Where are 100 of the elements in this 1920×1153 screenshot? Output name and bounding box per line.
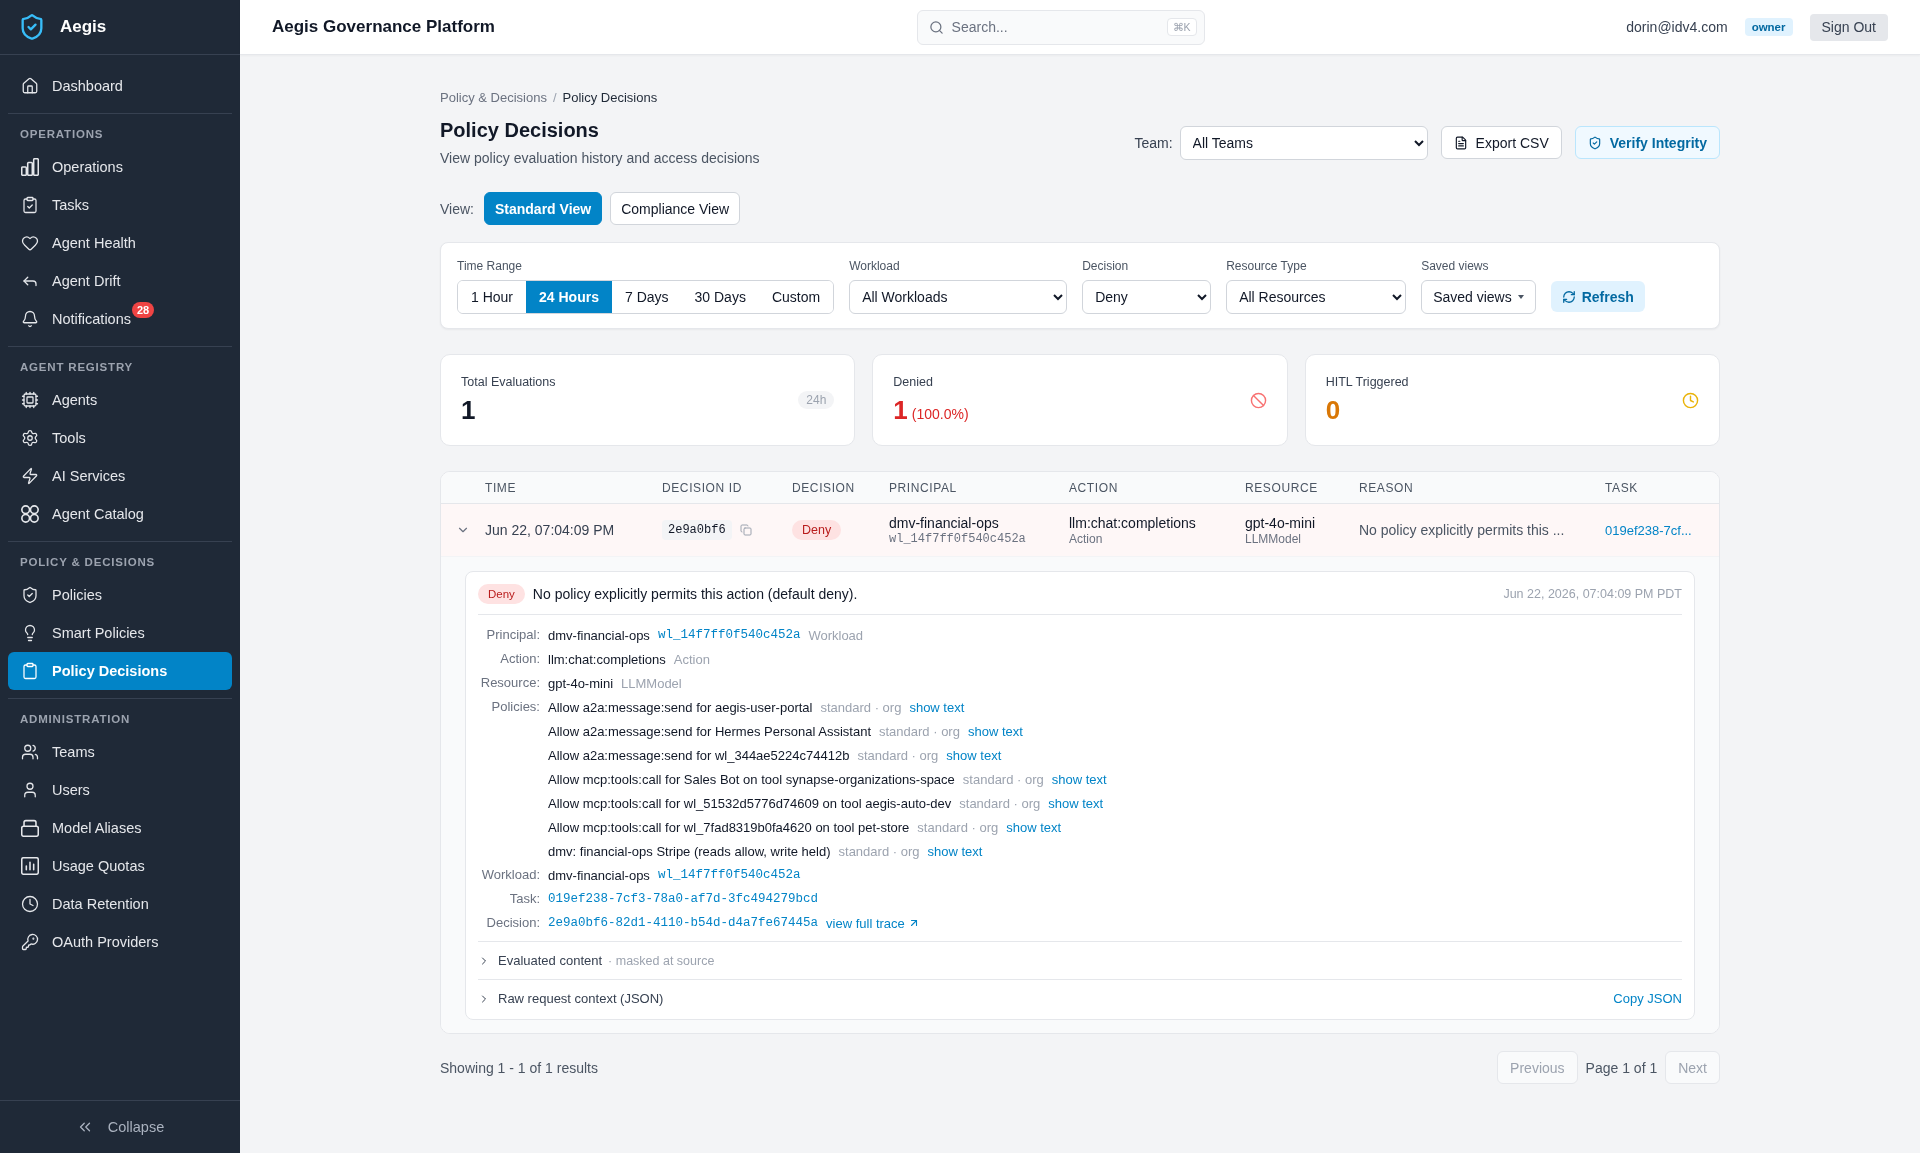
reason-cell-text: No policy explicitly permits this ...	[1359, 522, 1566, 538]
filter-label: Saved views	[1421, 258, 1490, 274]
gear-icon	[21, 429, 39, 447]
show-text-link[interactable]: show text	[927, 843, 983, 859]
nav-item[interactable]: Smart Policies	[8, 614, 232, 652]
section-note: · masked at source	[608, 953, 715, 968]
time-cell-text: Jun 22, 07:04:09 PM	[485, 522, 616, 538]
id-link[interactable]: 2e9a0bf6-82d1-4110-b54d-d4a7fe67445a	[548, 916, 819, 930]
column-header: REASON	[1359, 480, 1415, 495]
show-text-link[interactable]: show text	[1006, 819, 1062, 835]
field-label: Resource:	[479, 674, 540, 692]
four-circles-icon	[21, 505, 39, 523]
team-select[interactable]: All Teams	[1179, 125, 1428, 160]
view-toggle[interactable]: Compliance View	[610, 192, 741, 225]
show-text-link[interactable]: show text	[1048, 795, 1104, 811]
column-header: PRINCIPAL	[889, 480, 958, 495]
breadcrumb-link[interactable]: Policy & Decisions	[440, 89, 547, 107]
nav-item[interactable]: Dashboard	[8, 67, 232, 105]
team-label: Team:	[1134, 134, 1173, 151]
resource-type: LLMModel	[1245, 531, 1303, 546]
field-value: dmv-financial-ops	[548, 867, 650, 883]
notification-count-badge: 28	[132, 302, 155, 318]
resource-name: gpt-4o-mini	[1245, 514, 1317, 531]
export-button[interactable]: Export CSV	[1440, 126, 1562, 159]
caret-icon	[1517, 295, 1524, 299]
id-link[interactable]: wl_14f7ff0f540c452a	[657, 868, 801, 882]
ban-icon	[1249, 391, 1267, 409]
policy-meta: standard · org	[879, 723, 960, 739]
stat-percentage: (100.0%)	[911, 406, 969, 422]
nav-item[interactable]: Model Aliases	[8, 809, 232, 847]
heart-icon	[21, 234, 39, 252]
show-text-link[interactable]: show text	[909, 699, 965, 715]
decision-timestamp: Jun 22, 2026, 07:04:09 PM PDT	[1503, 587, 1682, 601]
collapse-button[interactable]: Collapse	[75, 1118, 165, 1136]
app-title: Aegis Governance Platform	[272, 17, 495, 37]
policy-name: dmv: financial-ops Stripe (reads allow, write held)	[548, 843, 831, 859]
bar-chart-icon	[21, 158, 39, 176]
nav-item[interactable]: Agent Drift	[8, 262, 232, 300]
principal-name: dmv-financial-ops	[889, 514, 1000, 531]
filter-label: Time Range	[457, 258, 523, 274]
field-label: Action:	[499, 650, 540, 668]
sign-out-button[interactable]: Sign Out	[1809, 13, 1888, 41]
column-header: ACTION	[1069, 480, 1119, 495]
show-text-link[interactable]: show text	[946, 747, 1002, 763]
filter-label: Workload	[849, 258, 901, 274]
column-header: RESOURCE	[1245, 480, 1319, 495]
nav-item[interactable]: Teams	[8, 733, 232, 771]
view-toggle[interactable]: Standard View	[484, 192, 603, 225]
nav-item[interactable]: Tasks	[8, 186, 232, 224]
column-header: DECISION	[792, 480, 856, 495]
id-link[interactable]: 019ef238-7cf3-78a0-af7d-3fc494279bcd	[548, 892, 819, 906]
nav-item[interactable]: Agent Health	[8, 224, 232, 262]
field-label: Task:	[508, 890, 540, 908]
filter-select[interactable]: All Resources	[1226, 280, 1407, 314]
task-link[interactable]: 019ef238-7cf...	[1605, 522, 1719, 538]
policy-meta: standard · org	[962, 771, 1044, 787]
show-text-link[interactable]: show text	[967, 723, 1023, 739]
nav-item[interactable]: Policy Decisions	[8, 652, 232, 690]
results-summary: Showing 1 - 1 of 1 results	[440, 1059, 598, 1076]
section-toggle[interactable]: Raw request context (JSON)	[478, 991, 664, 1006]
saved-views-button[interactable]: Saved views	[1421, 280, 1536, 314]
nav-section-title: POLICY & DECISIONS	[19, 555, 157, 569]
view-label: View:	[440, 200, 474, 217]
policy-name: Allow a2a:message:send for Hermes Personal Assistant	[548, 723, 871, 739]
nav-item[interactable]: Operations	[8, 148, 232, 186]
verify-button[interactable]: Verify Integrity	[1574, 126, 1720, 159]
section-toggle[interactable]: Evaluated content	[478, 953, 603, 968]
filter-label: Decision	[1082, 258, 1130, 274]
home-icon	[21, 77, 39, 95]
column-header: TIME	[485, 480, 518, 495]
type-label: LLMModel	[621, 675, 682, 691]
time-window-badge: 24h	[798, 391, 835, 409]
id-link[interactable]: wl_14f7ff0f540c452a	[657, 628, 801, 642]
policy-meta: standard · org	[959, 795, 1041, 811]
show-text-link[interactable]: show text	[1051, 771, 1107, 787]
decision-id-code: 2e9a0bf6	[662, 520, 732, 540]
nav-item[interactable]: Agents	[8, 381, 232, 419]
nav-item[interactable]: Tools	[8, 419, 232, 457]
time-range-option[interactable]: 24 Hours	[526, 281, 612, 313]
filter-select[interactable]: Deny	[1082, 280, 1212, 314]
nav-item[interactable]: OAuth Providers	[8, 923, 232, 961]
nav-item[interactable]: Notifications 28	[8, 300, 232, 338]
filter-select[interactable]: All Workloads	[849, 280, 1068, 314]
nav-item[interactable]: Policies	[8, 576, 232, 614]
refresh-button[interactable]: Refresh	[1550, 281, 1645, 312]
user-email: dorin@idv4.com	[1626, 19, 1728, 35]
decision-badge: Deny	[792, 520, 842, 540]
trace-link[interactable]: view full trace	[826, 915, 920, 931]
field-value: gpt-4o-mini	[548, 675, 614, 691]
policy-meta: standard · org	[820, 699, 902, 715]
role-badge: owner	[1744, 18, 1793, 36]
nav-item[interactable]: Data Retention	[8, 885, 232, 923]
nav-item[interactable]: Agent Catalog	[8, 495, 232, 533]
shield-check-icon	[21, 586, 39, 604]
stat-value: 0	[1325, 394, 1341, 426]
copy-json-button[interactable]: Copy JSON	[1613, 991, 1682, 1006]
policy-meta: standard · org	[857, 747, 939, 763]
nav-item[interactable]: Users	[8, 771, 232, 809]
nav-item[interactable]: AI Services	[8, 457, 232, 495]
nav-item[interactable]: Usage Quotas	[8, 847, 232, 885]
